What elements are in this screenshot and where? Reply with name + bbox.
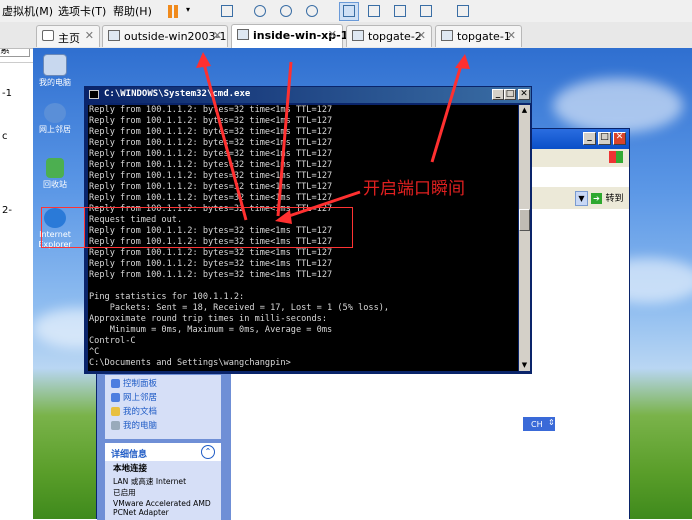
- annotation-arrows: [196, 52, 470, 224]
- arrow-to-timeout: [282, 190, 361, 220]
- arrow-head: [196, 52, 211, 68]
- annotation-text: 开启端口瞬间: [363, 179, 465, 199]
- arrow-head: [455, 54, 470, 69]
- arrow-to-inside-tab: [276, 61, 293, 217]
- arrow-to-tabs: [430, 61, 464, 163]
- arrow-to-outside-tab: [201, 59, 248, 221]
